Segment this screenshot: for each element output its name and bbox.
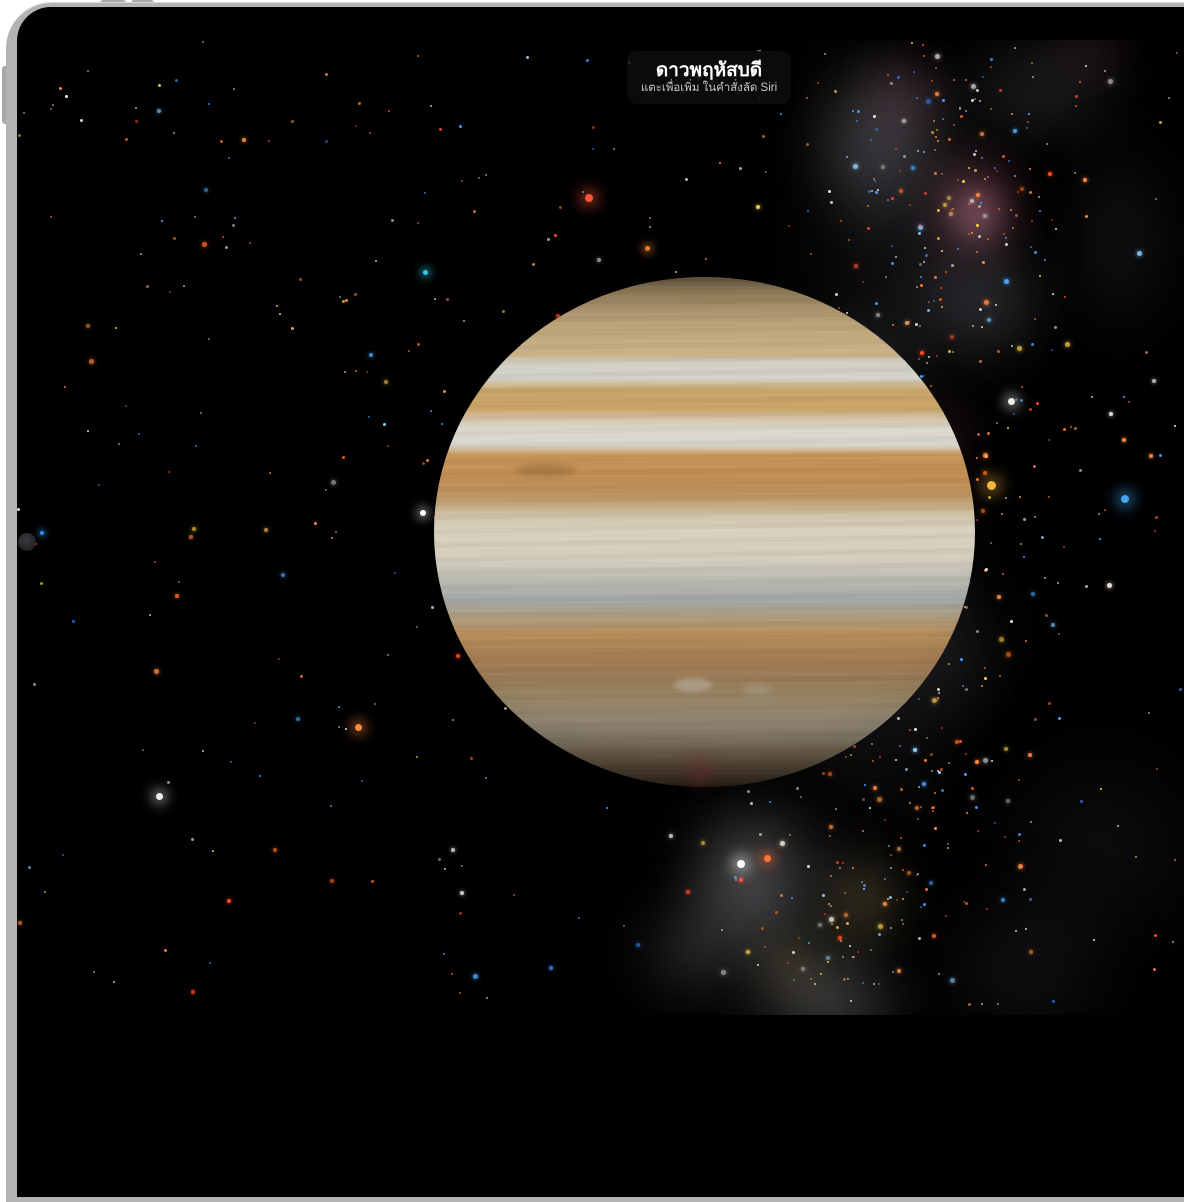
nebula-blob [678, 742, 722, 798]
siri-shortcut-callout[interactable]: ดาวพฤหัสบดี แตะเพื่อเพิ่ม ในคำสั่งลัด Si… [627, 51, 791, 104]
tablet-bezel: ดาวพฤหัสบดี แตะเพื่อเพิ่ม ในคำสั่งลัด Si… [6, 2, 1184, 1202]
space-scene: ดาวพฤหัสบดี แตะเพื่อเพิ่ม ในคำสั่งลัด Si… [17, 40, 1184, 1015]
foreground-nebula [17, 40, 1184, 1015]
front-camera-icon [18, 533, 36, 551]
tablet-screen: ดาวพฤหัสบดี แตะเพื่อเพิ่ม ในคำสั่งลัด Si… [17, 7, 1184, 1197]
planet-name-label: ดาวพฤหัสบดี [656, 60, 762, 82]
siri-hint-label: แตะเพื่อเพิ่ม ในคำสั่งลัด Siri [641, 82, 777, 96]
